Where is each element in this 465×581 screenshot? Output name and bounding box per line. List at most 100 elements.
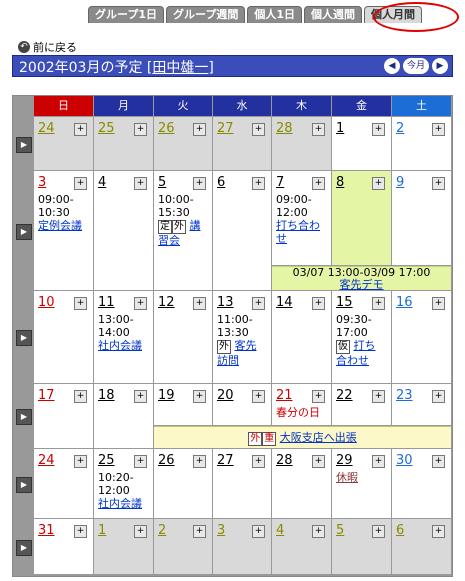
- day-cell[interactable]: 24 +: [34, 117, 93, 170]
- day-cell[interactable]: 11 +13:00- 14:00 社内会議: [94, 291, 153, 383]
- day-number-link[interactable]: 31: [38, 523, 55, 538]
- add-event-icon[interactable]: +: [372, 525, 385, 538]
- day-number-link[interactable]: 27: [217, 121, 234, 136]
- add-event-icon[interactable]: +: [74, 390, 87, 403]
- day-cell[interactable]: 3 +09:00- 10:30 定例会議: [34, 171, 93, 290]
- day-cell[interactable]: 28 +: [272, 449, 331, 518]
- tab-0[interactable]: グループ1日: [88, 6, 164, 23]
- add-event-icon[interactable]: +: [432, 123, 445, 136]
- day-number-link[interactable]: 9: [396, 175, 404, 190]
- day-cell[interactable]: 3 +: [213, 519, 271, 574]
- day-cell[interactable]: 14 +: [272, 291, 331, 383]
- tab-1[interactable]: グループ週間: [166, 6, 246, 23]
- day-number-link[interactable]: 6: [217, 175, 225, 190]
- day-cell[interactable]: 26 +: [154, 117, 212, 170]
- day-number-link[interactable]: 3: [38, 175, 46, 190]
- day-cell[interactable]: 25 +: [94, 117, 153, 170]
- day-number-link[interactable]: 12: [158, 295, 175, 310]
- add-event-icon[interactable]: +: [432, 525, 445, 538]
- day-number-link[interactable]: 19: [158, 388, 175, 403]
- prev-month-icon[interactable]: ◀: [383, 58, 400, 74]
- day-cell[interactable]: 22 +: [332, 384, 391, 425]
- day-number-link[interactable]: 4: [276, 523, 284, 538]
- day-number-link[interactable]: 8: [336, 175, 344, 190]
- week-view-button[interactable]: ▶: [16, 409, 32, 425]
- day-number-link[interactable]: 26: [158, 453, 175, 468]
- day-number-link[interactable]: 29: [336, 453, 353, 468]
- day-number-link[interactable]: 23: [396, 388, 413, 403]
- day-cell[interactable]: 9 +: [392, 171, 451, 265]
- add-event-icon[interactable]: +: [74, 177, 87, 190]
- day-cell[interactable]: 17 +: [34, 384, 93, 448]
- day-number-link[interactable]: 28: [276, 121, 293, 136]
- add-event-icon[interactable]: +: [252, 525, 265, 538]
- add-event-icon[interactable]: +: [134, 455, 147, 468]
- day-number-link[interactable]: 24: [38, 121, 55, 136]
- tab-3[interactable]: 個人週間: [304, 6, 362, 23]
- day-cell[interactable]: 29 + 休暇: [332, 449, 391, 518]
- event-title-link[interactable]: 休暇: [336, 471, 358, 484]
- day-cell[interactable]: 23 +: [392, 384, 451, 425]
- day-cell[interactable]: 10 +: [34, 291, 93, 383]
- day-cell[interactable]: 24 +: [34, 449, 93, 518]
- add-event-icon[interactable]: +: [312, 123, 325, 136]
- day-cell[interactable]: 12 +: [154, 291, 212, 383]
- week-view-button[interactable]: ▶: [16, 476, 32, 493]
- day-number-link[interactable]: 13: [217, 295, 234, 310]
- day-number-link[interactable]: 5: [336, 523, 344, 538]
- add-event-icon[interactable]: +: [312, 525, 325, 538]
- day-number-link[interactable]: 21: [276, 388, 293, 403]
- day-number-link[interactable]: 24: [38, 453, 55, 468]
- day-cell[interactable]: 27 +: [213, 449, 271, 518]
- event-title-link[interactable]: 講: [190, 219, 201, 232]
- add-event-icon[interactable]: +: [312, 455, 325, 468]
- day-number-link[interactable]: 18: [98, 388, 115, 403]
- day-cell[interactable]: 6 +: [213, 171, 271, 290]
- day-number-link[interactable]: 16: [396, 295, 413, 310]
- add-event-icon[interactable]: +: [134, 297, 147, 310]
- day-cell[interactable]: 28 +: [272, 117, 331, 170]
- day-cell[interactable]: 1 +: [332, 117, 391, 170]
- day-number-link[interactable]: 14: [276, 295, 293, 310]
- back-link[interactable]: ↶ 前に戻る: [18, 39, 77, 55]
- day-cell[interactable]: 25 +10:20- 12:00 社内会議: [94, 449, 153, 518]
- day-cell[interactable]: 26 +: [154, 449, 212, 518]
- week-view-button[interactable]: ▶: [16, 223, 32, 240]
- add-event-icon[interactable]: +: [372, 123, 385, 136]
- day-number-link[interactable]: 20: [217, 388, 234, 403]
- add-event-icon[interactable]: +: [74, 297, 87, 310]
- add-event-icon[interactable]: +: [252, 177, 265, 190]
- day-cell[interactable]: 19 +: [154, 384, 212, 425]
- event-title-link[interactable]: 社内会議: [98, 339, 142, 352]
- add-event-icon[interactable]: +: [372, 390, 385, 403]
- add-event-icon[interactable]: +: [432, 297, 445, 310]
- add-event-icon[interactable]: +: [432, 455, 445, 468]
- event-title-link[interactable]: 客先デモ: [272, 279, 451, 291]
- day-cell[interactable]: 2 +: [154, 519, 212, 574]
- event-title-link[interactable]: 訪問: [217, 354, 239, 367]
- add-event-icon[interactable]: +: [74, 123, 87, 136]
- day-number-link[interactable]: 26: [158, 121, 175, 136]
- day-cell[interactable]: 21 + 春分の日: [272, 384, 331, 425]
- day-number-link[interactable]: 4: [98, 175, 106, 190]
- event-title-link[interactable]: 合わせ: [336, 354, 369, 367]
- day-number-link[interactable]: 25: [98, 121, 115, 136]
- day-cell[interactable]: 20 +: [213, 384, 271, 425]
- day-cell[interactable]: 8 +: [332, 171, 391, 265]
- day-cell[interactable]: 4 +: [94, 171, 153, 290]
- day-number-link[interactable]: 3: [217, 523, 225, 538]
- multi-day-event[interactable]: 03/07 13:00-03/09 17:00 客先デモ: [272, 266, 451, 291]
- day-cell[interactable]: 5 +: [332, 519, 391, 574]
- day-cell[interactable]: 1 +: [94, 519, 153, 574]
- day-cell[interactable]: 6 +: [392, 519, 451, 574]
- tab-2[interactable]: 個人1日: [247, 6, 302, 23]
- day-cell[interactable]: 13 +11:00- 13:30 外 客先 訪問: [213, 291, 271, 383]
- add-event-icon[interactable]: +: [134, 390, 147, 403]
- day-number-link[interactable]: 15: [336, 295, 353, 310]
- add-event-icon[interactable]: +: [432, 390, 445, 403]
- week-view-button[interactable]: ▶: [16, 539, 32, 556]
- add-event-icon[interactable]: +: [193, 123, 206, 136]
- add-event-icon[interactable]: +: [193, 455, 206, 468]
- event-title-link[interactable]: 習会: [158, 234, 180, 247]
- day-number-link[interactable]: 5: [158, 175, 166, 190]
